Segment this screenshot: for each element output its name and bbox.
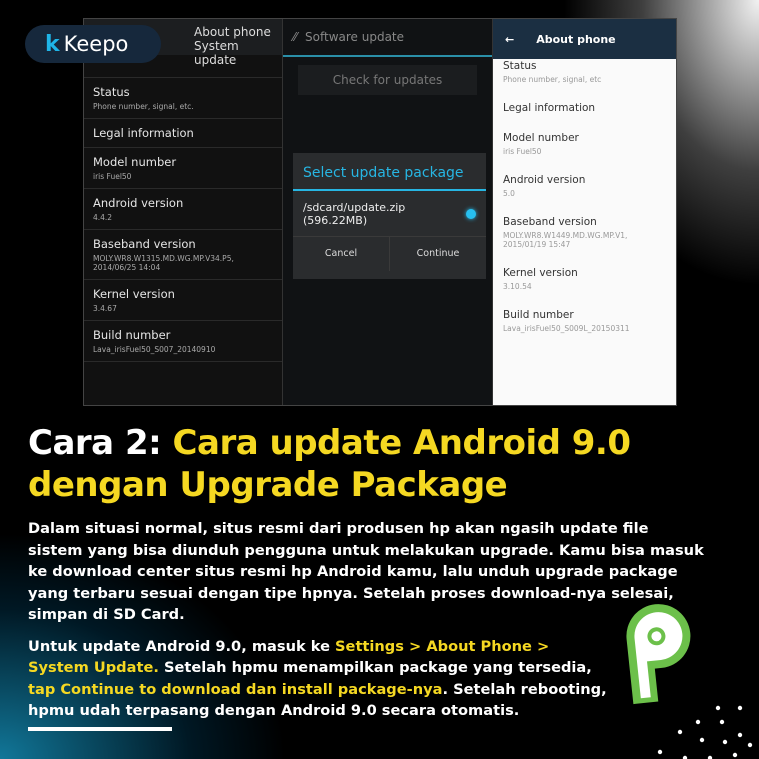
dot <box>677 729 683 735</box>
title-prefix: Cara 2: <box>28 423 162 463</box>
paragraph-2: Untuk update Android 9.0, masuk ke Setti… <box>28 636 608 722</box>
item-subtitle: MOLY.WR8.W1315.MD.WG.MP.V34.P5, 2014/06/… <box>93 254 234 272</box>
item-subtitle: 3.10.54 <box>503 282 532 291</box>
paragraph-1: Dalam situasi normal, situs resmi dari p… <box>28 520 704 623</box>
keepo-logo: k Keepo <box>25 25 161 63</box>
item-title: Model number <box>503 132 579 144</box>
select-update-dialog: Select update package /sdcard/update.zip… <box>293 153 486 279</box>
settings-item[interactable]: Status Phone number, signal, etc <box>493 51 676 93</box>
dot <box>732 752 738 758</box>
dot <box>657 749 663 755</box>
item-title: Legal information <box>93 126 194 140</box>
item-title: Kernel version <box>93 287 175 301</box>
settings-item[interactable]: Android version 5.0 <box>493 165 676 207</box>
item-subtitle: Phone number, signal, etc <box>503 75 602 84</box>
item-title: Android version <box>503 174 586 186</box>
settings-item[interactable]: Android version 4.4.2 <box>84 189 282 230</box>
right-header-title: About phone <box>536 32 616 46</box>
dot <box>695 719 701 725</box>
package-file: /sdcard/update.zip <box>303 200 406 214</box>
text-segment: Untuk update Android 9.0, masuk ke <box>28 637 336 655</box>
item-title: Build number <box>93 328 171 342</box>
item-title: Kernel version <box>503 267 578 279</box>
dot <box>715 705 721 711</box>
dot <box>722 739 728 745</box>
item-subtitle: iris Fuel50 <box>93 172 132 181</box>
highlight-text: tap Continue to download dan install pac… <box>28 680 443 698</box>
item-subtitle: Phone number, signal, etc. <box>93 102 194 111</box>
item-subtitle: 3.4.67 <box>93 304 117 313</box>
left-panel-about-phone: About phone System update Status Phone num… <box>84 19 283 405</box>
item-subtitle: iris Fuel50 <box>503 147 542 156</box>
logo-text: Keepo <box>63 32 129 56</box>
android-pie-logo-icon <box>626 604 691 705</box>
middle-panel-software-update: ⁄⁄ Software update Check for updates Sele… <box>283 19 493 405</box>
settings-item[interactable]: Baseband version MOLY.WR8.W1315.MD.WG.MP.… <box>84 230 282 280</box>
item-title: Baseband version <box>93 237 196 251</box>
settings-item[interactable]: Baseband version MOLY.WR8.W1449.MD.WG.MP.… <box>493 207 676 258</box>
dot <box>747 742 753 748</box>
item-subtitle: MOLY.WR8.W1449.MD.WG.MP.V1, 2015/01/19 1… <box>503 231 628 249</box>
settings-item[interactable]: Kernel version 3.4.67 <box>84 280 282 321</box>
item-subtitle: Lava_irisFuel50_S009L_20150311 <box>503 324 630 333</box>
dot <box>737 732 743 738</box>
settings-item[interactable]: Legal information <box>84 119 282 148</box>
check-for-updates-button[interactable]: Check for updates <box>298 65 477 95</box>
package-size: (596.22MB) <box>303 213 368 227</box>
dot <box>719 719 725 725</box>
underline-divider <box>28 727 172 731</box>
settings-item[interactable]: Model number iris Fuel50 <box>84 148 282 189</box>
item-subtitle: 4.4.2 <box>93 213 113 222</box>
text-segment: Setelah hpmu menampilkan package yang te… <box>158 659 592 676</box>
item-title: Status <box>503 60 537 72</box>
dot <box>699 737 705 743</box>
update-package-option[interactable]: /sdcard/update.zip (596.22MB) <box>293 191 486 237</box>
settings-screenshot: About phone System update Status Phone num… <box>83 18 677 406</box>
continue-button[interactable]: Continue <box>390 237 486 271</box>
body-text: Dalam situasi normal, situs resmi dari p… <box>28 518 718 722</box>
item-subtitle: Lava_irisFuel50_S007_20140910 <box>93 345 216 354</box>
item-title: Baseband version <box>503 216 597 228</box>
settings-item[interactable]: Status Phone number, signal, etc. <box>84 78 282 119</box>
software-update-header: ⁄⁄ Software update <box>283 19 492 57</box>
settings-item[interactable]: Build number Lava_irisFuel50_S007_2014091… <box>84 321 282 362</box>
page-title: Cara 2: Cara update Android 9.0 dengan U… <box>28 422 759 506</box>
software-update-title: Software update <box>305 30 405 44</box>
item-title: Legal information <box>503 102 596 114</box>
keepo-k-icon: k <box>45 31 60 57</box>
decorative-dots <box>657 705 753 759</box>
settings-item[interactable]: Legal information <box>493 93 676 123</box>
right-panel-about-phone: ← About phone Status Phone number, signal,… <box>493 19 676 405</box>
software-update-icon: ⁄⁄ <box>293 30 298 44</box>
settings-item[interactable]: Build number Lava_irisFuel50_S009L_201503… <box>493 300 676 342</box>
back-arrow-icon[interactable]: ← <box>505 33 514 46</box>
left-header-title: About phone <box>194 25 271 39</box>
item-title: Build number <box>503 309 574 321</box>
radio-selected-icon[interactable] <box>466 208 476 219</box>
cancel-button[interactable]: Cancel <box>293 237 390 271</box>
dot <box>737 705 743 711</box>
item-title: Model number <box>93 155 177 169</box>
settings-item[interactable]: Model number iris Fuel50 <box>493 123 676 165</box>
settings-item[interactable]: Kernel version 3.10.54 <box>493 258 676 300</box>
item-title: Status <box>93 85 130 99</box>
item-title: Android version <box>93 196 184 210</box>
dialog-title: Select update package <box>293 153 486 191</box>
item-subtitle: 5.0 <box>503 189 515 198</box>
